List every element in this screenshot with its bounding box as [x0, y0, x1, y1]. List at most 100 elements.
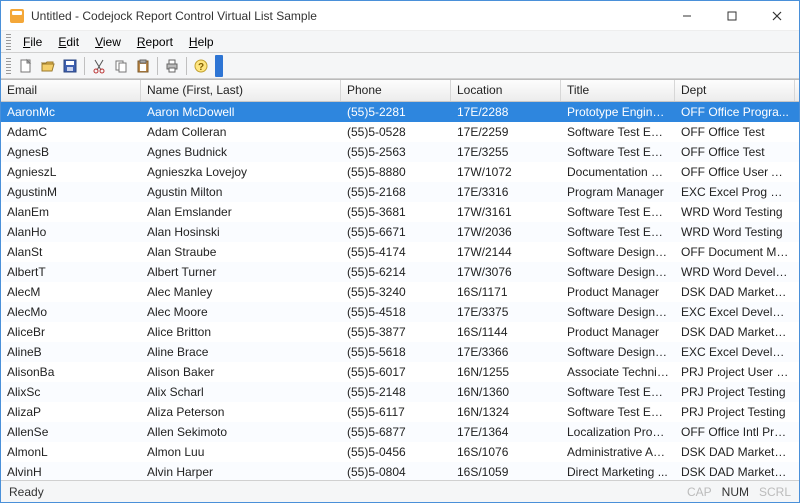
menu-edit[interactable]: Edit — [50, 33, 87, 51]
cell-phone: (55)5-3681 — [341, 205, 451, 219]
status-bar: Ready CAP NUM SCRL — [1, 480, 799, 502]
table-row[interactable]: AlixScAlix Scharl(55)5-214816N/1360Softw… — [1, 382, 799, 402]
cell-title: Program Manager — [561, 185, 675, 199]
cell-title: Software Test Engi... — [561, 145, 675, 159]
table-row[interactable]: AlanEmAlan Emslander(55)5-368117W/3161So… — [1, 202, 799, 222]
cell-dept: EXC Excel Develop... — [675, 345, 795, 359]
cell-dept: DSK DAD Marketing — [675, 325, 795, 339]
cell-dept: OFF Office Progra... — [675, 105, 795, 119]
table-row[interactable]: AgustinMAgustin Milton(55)5-216817E/3316… — [1, 182, 799, 202]
table-row[interactable]: AlbertTAlbert Turner(55)5-621417W/3076So… — [1, 262, 799, 282]
table-row[interactable]: AlineBAline Brace(55)5-561817E/3366Softw… — [1, 342, 799, 362]
table-row[interactable]: AlecMAlec Manley(55)5-324016S/1171Produc… — [1, 282, 799, 302]
open-button[interactable] — [37, 55, 59, 77]
table-row[interactable]: AlanHoAlan Hosinski(55)5-667117W/2036Sof… — [1, 222, 799, 242]
toolbar-separator — [157, 57, 158, 75]
cell-title: Software Test Engi... — [561, 225, 675, 239]
cell-dept: OFF Document Mg... — [675, 245, 795, 259]
cell-title: Software Test Engi... — [561, 385, 675, 399]
menu-file[interactable]: File — [15, 33, 50, 51]
cell-phone: (55)5-6214 — [341, 265, 451, 279]
cell-dept: EXC Excel Prog Mg... — [675, 185, 795, 199]
cell-email: AlanHo — [1, 225, 141, 239]
cell-phone: (55)5-0528 — [341, 125, 451, 139]
table-row[interactable]: AlizaPAliza Peterson(55)5-611716N/1324So… — [1, 402, 799, 422]
cell-email: AgustinM — [1, 185, 141, 199]
paste-button[interactable] — [132, 55, 154, 77]
cell-dept: OFF Office Test — [675, 145, 795, 159]
cell-name: Almon Luu — [141, 445, 341, 459]
cell-dept: EXC Excel Develop... — [675, 305, 795, 319]
cell-email: AaronMc — [1, 105, 141, 119]
cell-phone: (55)5-6877 — [341, 425, 451, 439]
cell-location: 17W/3161 — [451, 205, 561, 219]
cell-phone: (55)5-2168 — [341, 185, 451, 199]
cell-email: AgnieszL — [1, 165, 141, 179]
cell-email: AlisonBa — [1, 365, 141, 379]
cell-location: 16N/1360 — [451, 385, 561, 399]
toolbar-overflow-icon[interactable] — [215, 55, 223, 77]
close-button[interactable] — [754, 1, 799, 30]
copy-button[interactable] — [110, 55, 132, 77]
cell-title: Software Design En... — [561, 345, 675, 359]
col-phone[interactable]: Phone — [341, 80, 451, 101]
cell-name: Alice Britton — [141, 325, 341, 339]
cell-phone: (55)5-4174 — [341, 245, 451, 259]
report-control: Email Name (First, Last) Phone Location … — [1, 79, 799, 480]
cell-name: Alan Straube — [141, 245, 341, 259]
col-dept[interactable]: Dept — [675, 80, 795, 101]
cell-name: Agnes Budnick — [141, 145, 341, 159]
maximize-button[interactable] — [709, 1, 754, 30]
col-email[interactable]: Email — [1, 80, 141, 101]
table-row[interactable]: AlecMoAlec Moore(55)5-451817E/3375Softwa… — [1, 302, 799, 322]
cell-location: 16S/1171 — [451, 285, 561, 299]
menu-bar: File Edit View Report Help — [1, 31, 799, 53]
title-bar: Untitled - Codejock Report Control Virtu… — [1, 1, 799, 31]
cell-name: Albert Turner — [141, 265, 341, 279]
cell-title: Localization Progra... — [561, 425, 675, 439]
cell-dept: PRJ Project User Ed — [675, 365, 795, 379]
minimize-button[interactable] — [664, 1, 709, 30]
new-button[interactable] — [15, 55, 37, 77]
cell-email: AlizaP — [1, 405, 141, 419]
cell-dept: PRJ Project Testing — [675, 405, 795, 419]
cell-name: Aline Brace — [141, 345, 341, 359]
table-row[interactable]: AdamCAdam Colleran(55)5-052817E/2259Soft… — [1, 122, 799, 142]
cell-location: 17W/1072 — [451, 165, 561, 179]
window-title: Untitled - Codejock Report Control Virtu… — [31, 9, 664, 23]
cell-dept: DSK DAD Marketing — [675, 285, 795, 299]
menu-view[interactable]: View — [87, 33, 129, 51]
table-row[interactable]: AlanStAlan Straube(55)5-417417W/2144Soft… — [1, 242, 799, 262]
menu-report[interactable]: Report — [129, 33, 181, 51]
cell-name: Adam Colleran — [141, 125, 341, 139]
cell-dept: OFF Office Test — [675, 125, 795, 139]
cell-location: 17E/2259 — [451, 125, 561, 139]
cell-dept: WRD Word Develo... — [675, 265, 795, 279]
cell-email: AlecMo — [1, 305, 141, 319]
menu-help[interactable]: Help — [181, 33, 222, 51]
cell-dept: WRD Word Testing — [675, 225, 795, 239]
toolbar: ? — [1, 53, 799, 79]
cell-email: AllenSe — [1, 425, 141, 439]
table-row[interactable]: AgnieszLAgnieszka Lovejoy(55)5-888017W/1… — [1, 162, 799, 182]
app-icon — [9, 8, 25, 24]
table-row[interactable]: AaronMcAaron McDowell(55)5-228117E/2288P… — [1, 102, 799, 122]
report-body[interactable]: AaronMcAaron McDowell(55)5-228117E/2288P… — [1, 102, 799, 480]
print-button[interactable] — [161, 55, 183, 77]
col-location[interactable]: Location — [451, 80, 561, 101]
col-title[interactable]: Title — [561, 80, 675, 101]
help-button[interactable]: ? — [190, 55, 212, 77]
col-name[interactable]: Name (First, Last) — [141, 80, 341, 101]
table-row[interactable]: AlvinHAlvin Harper(55)5-080416S/1059Dire… — [1, 462, 799, 480]
table-row[interactable]: AlisonBaAlison Baker(55)5-601716N/1255As… — [1, 362, 799, 382]
table-row[interactable]: AgnesBAgnes Budnick(55)5-256317E/3255Sof… — [1, 142, 799, 162]
table-row[interactable]: AllenSeAllen Sekimoto(55)5-687717E/1364L… — [1, 422, 799, 442]
cell-phone: (55)5-0804 — [341, 465, 451, 479]
cell-location: 17E/3255 — [451, 145, 561, 159]
cell-phone: (55)5-3877 — [341, 325, 451, 339]
table-row[interactable]: AliceBrAlice Britton(55)5-387716S/1144Pr… — [1, 322, 799, 342]
save-button[interactable] — [59, 55, 81, 77]
table-row[interactable]: AlmonLAlmon Luu(55)5-045616S/1076Adminis… — [1, 442, 799, 462]
cell-phone: (55)5-3240 — [341, 285, 451, 299]
cut-button[interactable] — [88, 55, 110, 77]
